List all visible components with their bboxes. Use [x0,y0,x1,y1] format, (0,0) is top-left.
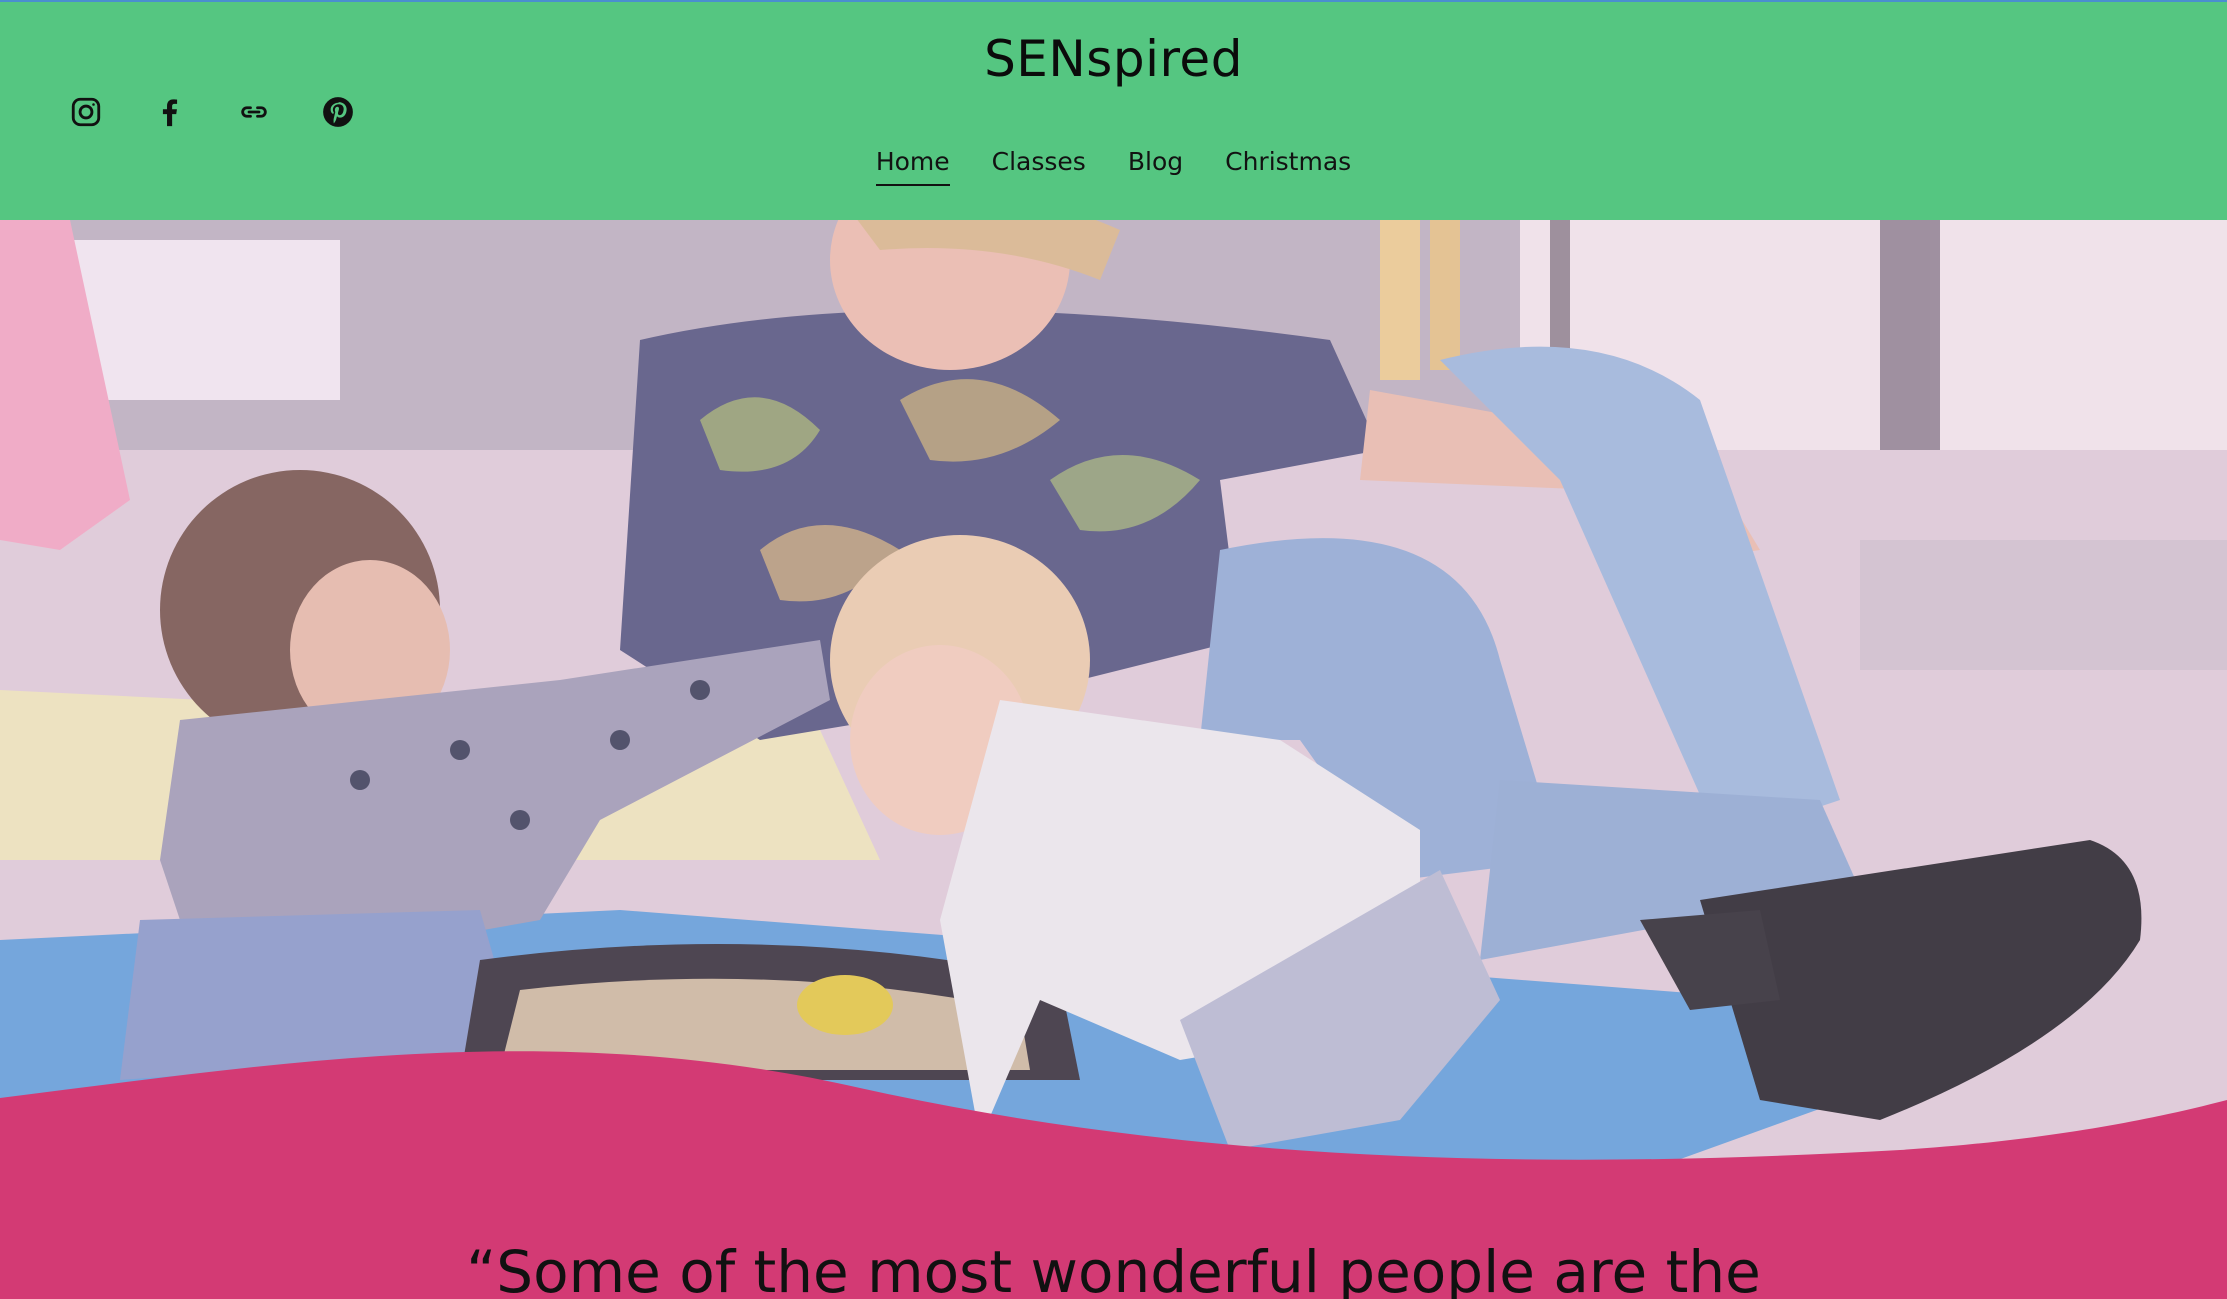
site-title[interactable]: SENspired [0,30,2227,88]
main-nav: Home Classes Blog Christmas [0,147,2227,186]
nav-classes[interactable]: Classes [992,147,1086,186]
quote-text: “Some of the most wonderful people are t… [466,1238,1761,1299]
site-header: SENspired Home Classes Blog Christmas [0,0,2227,220]
facebook-icon[interactable] [152,94,188,130]
nav-blog[interactable]: Blog [1128,147,1183,186]
instagram-icon[interactable] [68,94,104,130]
link-icon[interactable] [236,94,272,130]
nav-christmas[interactable]: Christmas [1225,147,1351,186]
pinterest-icon[interactable] [320,94,356,130]
nav-home[interactable]: Home [875,147,950,186]
social-links [68,94,356,130]
